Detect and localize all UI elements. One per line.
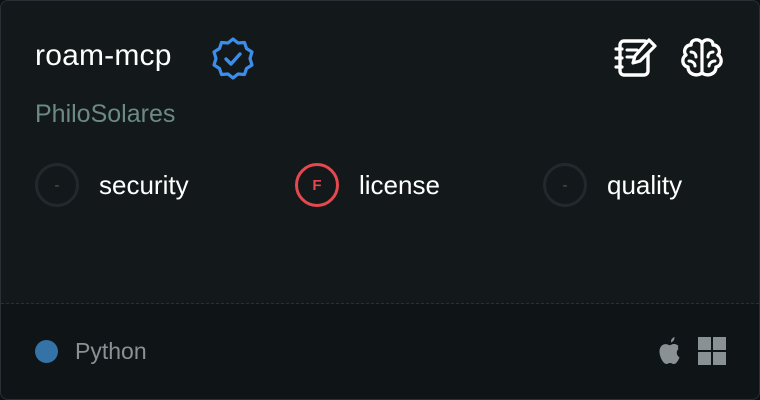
verified-badge-icon <box>212 37 254 80</box>
score-license[interactable]: F license <box>295 163 440 207</box>
card-header: roam-mcp <box>35 35 725 85</box>
language-color-dot <box>35 340 58 363</box>
quality-label: quality <box>607 169 683 200</box>
security-grade-badge: - <box>35 163 79 207</box>
server-name[interactable]: roam-mcp <box>35 39 172 73</box>
server-card[interactable]: roam-mcp PhiloSolares - security F licen… <box>0 0 760 400</box>
license-grade-badge: F <box>295 163 339 207</box>
license-label: license <box>359 169 440 200</box>
author-name[interactable]: PhiloSolares <box>35 100 175 129</box>
security-label: security <box>99 169 189 200</box>
platform-list <box>657 336 727 366</box>
card-footer: Python <box>1 304 759 399</box>
windows-icon <box>698 337 726 365</box>
language-label: Python <box>75 338 147 364</box>
score-row: - security F license - quality <box>35 163 727 213</box>
score-security[interactable]: - security <box>35 163 189 207</box>
apple-icon <box>659 337 680 364</box>
brain-icon[interactable] <box>679 35 725 81</box>
header-actions <box>613 35 725 81</box>
quality-grade-badge: - <box>543 163 587 207</box>
score-quality[interactable]: - quality <box>543 163 682 207</box>
notebook-edit-icon[interactable] <box>613 35 659 81</box>
